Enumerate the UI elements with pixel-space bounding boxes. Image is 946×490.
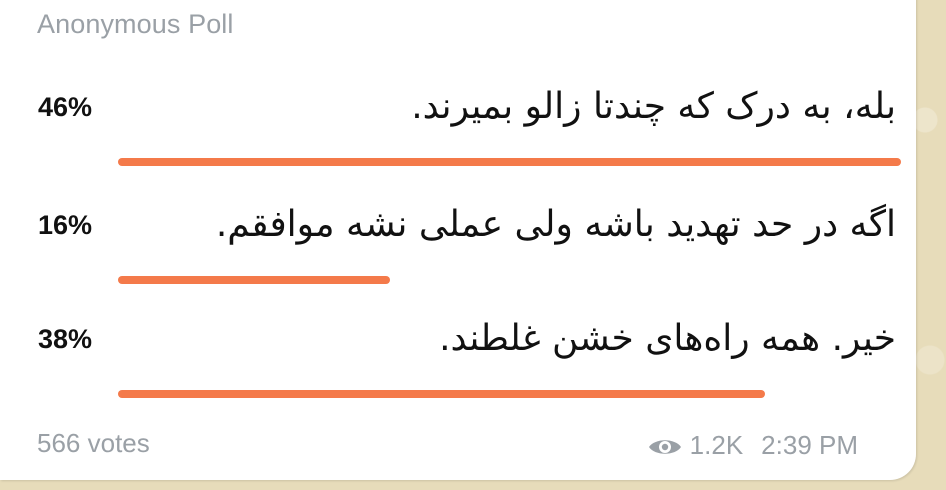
poll-option-bar-track — [118, 390, 901, 398]
poll-option-text: اگه در حد تهدید باشه ولی عملی نشه موافقم… — [215, 204, 896, 245]
poll-option-percent: 46% — [38, 92, 93, 122]
poll-vote-count[interactable]: 566 votes — [37, 428, 150, 459]
poll-option-2[interactable]: 16% اگه در حد تهدید باشه ولی عملی نشه مو… — [0, 204, 916, 310]
poll-option-bar — [118, 390, 765, 398]
poll-option-text: بله، به درک که چندتا زالو بمیرند. — [411, 86, 896, 127]
message-meta: 1.2K 2:39 PM — [648, 428, 858, 462]
poll-message-bubble: Anonymous Poll 46% بله، به درک که چندتا … — [0, 0, 916, 480]
poll-option-bar-track — [118, 158, 901, 166]
poll-option-3[interactable]: 38% خیر. همه راه‌های خشن غلطند. — [0, 318, 916, 424]
poll-option-percent: 38% — [38, 324, 93, 354]
poll-title: Anonymous Poll — [37, 9, 234, 39]
poll-option-text: خیر. همه راه‌های خشن غلطند. — [439, 318, 896, 359]
poll-option-percent: 16% — [38, 210, 93, 240]
poll-option-bar-track — [118, 276, 901, 284]
poll-option-bar — [118, 276, 390, 284]
eye-icon — [648, 434, 682, 456]
view-count: 1.2K — [689, 429, 744, 460]
poll-option-bar — [118, 158, 901, 166]
poll-option-1[interactable]: 46% بله، به درک که چندتا زالو بمیرند. — [0, 86, 916, 192]
message-time: 2:39 PM — [761, 429, 858, 460]
